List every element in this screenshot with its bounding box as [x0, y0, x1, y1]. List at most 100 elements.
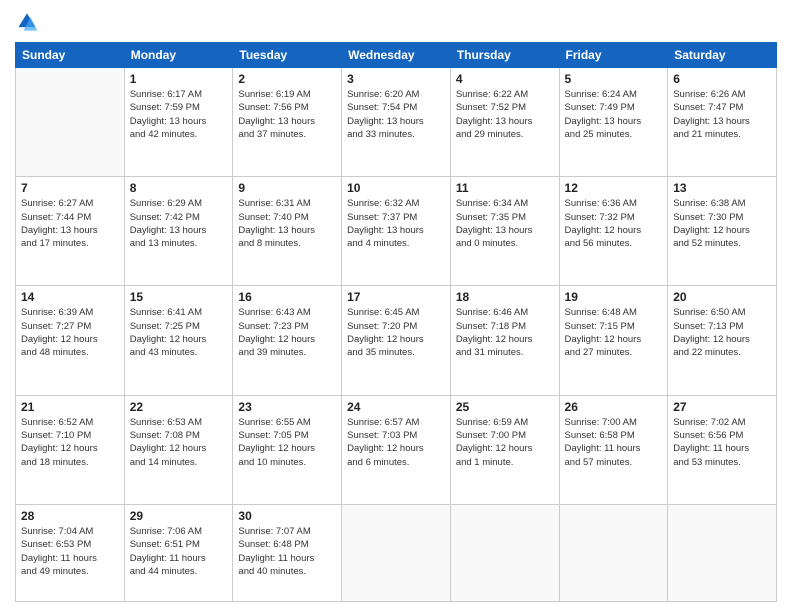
day-info: Sunrise: 6:41 AM Sunset: 7:25 PM Dayligh… [130, 306, 228, 359]
day-info: Sunrise: 6:43 AM Sunset: 7:23 PM Dayligh… [238, 306, 336, 359]
calendar-cell [559, 504, 668, 601]
weekday-header-saturday: Saturday [668, 43, 777, 68]
day-info: Sunrise: 7:04 AM Sunset: 6:53 PM Dayligh… [21, 525, 119, 578]
day-info: Sunrise: 6:19 AM Sunset: 7:56 PM Dayligh… [238, 88, 336, 141]
week-row-2: 7Sunrise: 6:27 AM Sunset: 7:44 PM Daylig… [16, 177, 777, 286]
day-number: 3 [347, 72, 445, 86]
weekday-header-tuesday: Tuesday [233, 43, 342, 68]
day-number: 11 [456, 181, 554, 195]
day-number: 8 [130, 181, 228, 195]
calendar-cell [16, 68, 125, 177]
day-info: Sunrise: 7:00 AM Sunset: 6:58 PM Dayligh… [565, 416, 663, 469]
day-number: 10 [347, 181, 445, 195]
calendar-cell: 14Sunrise: 6:39 AM Sunset: 7:27 PM Dayli… [16, 286, 125, 395]
day-number: 7 [21, 181, 119, 195]
week-row-3: 14Sunrise: 6:39 AM Sunset: 7:27 PM Dayli… [16, 286, 777, 395]
day-number: 22 [130, 400, 228, 414]
day-number: 18 [456, 290, 554, 304]
day-info: Sunrise: 6:36 AM Sunset: 7:32 PM Dayligh… [565, 197, 663, 250]
day-number: 6 [673, 72, 771, 86]
day-number: 19 [565, 290, 663, 304]
calendar-table: SundayMondayTuesdayWednesdayThursdayFrid… [15, 42, 777, 602]
calendar-cell: 20 Sunrise: 6:50 AM Sunset: 7:13 PM Dayli… [668, 286, 777, 395]
weekday-header-thursday: Thursday [450, 43, 559, 68]
calendar-cell: 12Sunrise: 6:36 AM Sunset: 7:32 PM Dayli… [559, 177, 668, 286]
calendar-cell: 30 Sunrise: 7:07 AM Sunset: 6:48 PM Dayli… [233, 504, 342, 601]
day-number: 28 [21, 509, 119, 523]
calendar-cell: 25 Sunrise: 6:59 AM Sunset: 7:00 PM Dayli… [450, 395, 559, 504]
day-number: 27 [673, 400, 771, 414]
day-number: 29 [130, 509, 228, 523]
day-info: Sunrise: 6:20 AM Sunset: 7:54 PM Dayligh… [347, 88, 445, 141]
day-number: 30 [238, 509, 336, 523]
calendar-cell: 5 Sunrise: 6:24 AM Sunset: 7:49 PM Daylig… [559, 68, 668, 177]
calendar-cell: 6 Sunrise: 6:26 AM Sunset: 7:47 PM Daylig… [668, 68, 777, 177]
calendar-cell: 8 Sunrise: 6:29 AM Sunset: 7:42 PM Daylig… [124, 177, 233, 286]
day-number: 21 [21, 400, 119, 414]
day-info: Sunrise: 6:59 AM Sunset: 7:00 PM Dayligh… [456, 416, 554, 469]
calendar-cell: 9 Sunrise: 6:31 AM Sunset: 7:40 PM Daylig… [233, 177, 342, 286]
day-info: Sunrise: 6:53 AM Sunset: 7:08 PM Dayligh… [130, 416, 228, 469]
calendar-cell: 24 Sunrise: 6:57 AM Sunset: 7:03 PM Dayli… [342, 395, 451, 504]
day-number: 13 [673, 181, 771, 195]
calendar-cell [668, 504, 777, 601]
day-number: 25 [456, 400, 554, 414]
day-info: Sunrise: 6:55 AM Sunset: 7:05 PM Dayligh… [238, 416, 336, 469]
calendar-cell [342, 504, 451, 601]
page: SundayMondayTuesdayWednesdayThursdayFrid… [0, 0, 792, 612]
day-info: Sunrise: 6:31 AM Sunset: 7:40 PM Dayligh… [238, 197, 336, 250]
day-number: 24 [347, 400, 445, 414]
day-number: 5 [565, 72, 663, 86]
weekday-header-sunday: Sunday [16, 43, 125, 68]
calendar-cell: 26 Sunrise: 7:00 AM Sunset: 6:58 PM Dayli… [559, 395, 668, 504]
calendar-cell: 13 Sunrise: 6:38 AM Sunset: 7:30 PM Dayli… [668, 177, 777, 286]
week-row-5: 28 Sunrise: 7:04 AM Sunset: 6:53 PM Dayli… [16, 504, 777, 601]
logo-icon [15, 10, 39, 34]
day-info: Sunrise: 7:02 AM Sunset: 6:56 PM Dayligh… [673, 416, 771, 469]
calendar-cell: 27 Sunrise: 7:02 AM Sunset: 6:56 PM Dayli… [668, 395, 777, 504]
day-number: 14 [21, 290, 119, 304]
calendar-cell: 15 Sunrise: 6:41 AM Sunset: 7:25 PM Dayli… [124, 286, 233, 395]
weekday-header-wednesday: Wednesday [342, 43, 451, 68]
calendar-cell: 16 Sunrise: 6:43 AM Sunset: 7:23 PM Dayli… [233, 286, 342, 395]
weekday-header-monday: Monday [124, 43, 233, 68]
day-number: 4 [456, 72, 554, 86]
calendar-cell: 23 Sunrise: 6:55 AM Sunset: 7:05 PM Dayli… [233, 395, 342, 504]
day-number: 23 [238, 400, 336, 414]
day-number: 2 [238, 72, 336, 86]
day-number: 9 [238, 181, 336, 195]
day-number: 15 [130, 290, 228, 304]
calendar-cell: 19 Sunrise: 6:48 AM Sunset: 7:15 PM Dayli… [559, 286, 668, 395]
day-info: Sunrise: 6:38 AM Sunset: 7:30 PM Dayligh… [673, 197, 771, 250]
day-info: Sunrise: 6:24 AM Sunset: 7:49 PM Dayligh… [565, 88, 663, 141]
day-info: Sunrise: 6:22 AM Sunset: 7:52 PM Dayligh… [456, 88, 554, 141]
calendar-cell: 1Sunrise: 6:17 AM Sunset: 7:59 PM Daylig… [124, 68, 233, 177]
day-info: Sunrise: 6:46 AM Sunset: 7:18 PM Dayligh… [456, 306, 554, 359]
day-number: 26 [565, 400, 663, 414]
day-info: Sunrise: 6:52 AM Sunset: 7:10 PM Dayligh… [21, 416, 119, 469]
calendar-cell: 11 Sunrise: 6:34 AM Sunset: 7:35 PM Dayli… [450, 177, 559, 286]
calendar-cell: 2 Sunrise: 6:19 AM Sunset: 7:56 PM Daylig… [233, 68, 342, 177]
calendar-cell: 18 Sunrise: 6:46 AM Sunset: 7:18 PM Dayli… [450, 286, 559, 395]
day-number: 16 [238, 290, 336, 304]
day-info: Sunrise: 6:32 AM Sunset: 7:37 PM Dayligh… [347, 197, 445, 250]
logo [15, 10, 43, 34]
week-row-1: 1Sunrise: 6:17 AM Sunset: 7:59 PM Daylig… [16, 68, 777, 177]
calendar-cell: 21 Sunrise: 6:52 AM Sunset: 7:10 PM Dayli… [16, 395, 125, 504]
day-info: Sunrise: 6:29 AM Sunset: 7:42 PM Dayligh… [130, 197, 228, 250]
day-info: Sunrise: 6:26 AM Sunset: 7:47 PM Dayligh… [673, 88, 771, 141]
day-info: Sunrise: 6:48 AM Sunset: 7:15 PM Dayligh… [565, 306, 663, 359]
day-info: Sunrise: 7:07 AM Sunset: 6:48 PM Dayligh… [238, 525, 336, 578]
day-info: Sunrise: 6:34 AM Sunset: 7:35 PM Dayligh… [456, 197, 554, 250]
header [15, 10, 777, 34]
day-info: Sunrise: 6:17 AM Sunset: 7:59 PM Dayligh… [130, 88, 228, 141]
day-info: Sunrise: 6:45 AM Sunset: 7:20 PM Dayligh… [347, 306, 445, 359]
day-info: Sunrise: 6:57 AM Sunset: 7:03 PM Dayligh… [347, 416, 445, 469]
day-number: 20 [673, 290, 771, 304]
week-row-4: 21 Sunrise: 6:52 AM Sunset: 7:10 PM Dayli… [16, 395, 777, 504]
day-info: Sunrise: 6:50 AM Sunset: 7:13 PM Dayligh… [673, 306, 771, 359]
calendar-cell: 10 Sunrise: 6:32 AM Sunset: 7:37 PM Dayli… [342, 177, 451, 286]
calendar-cell: 22 Sunrise: 6:53 AM Sunset: 7:08 PM Dayli… [124, 395, 233, 504]
calendar-cell [450, 504, 559, 601]
calendar-cell: 3 Sunrise: 6:20 AM Sunset: 7:54 PM Daylig… [342, 68, 451, 177]
